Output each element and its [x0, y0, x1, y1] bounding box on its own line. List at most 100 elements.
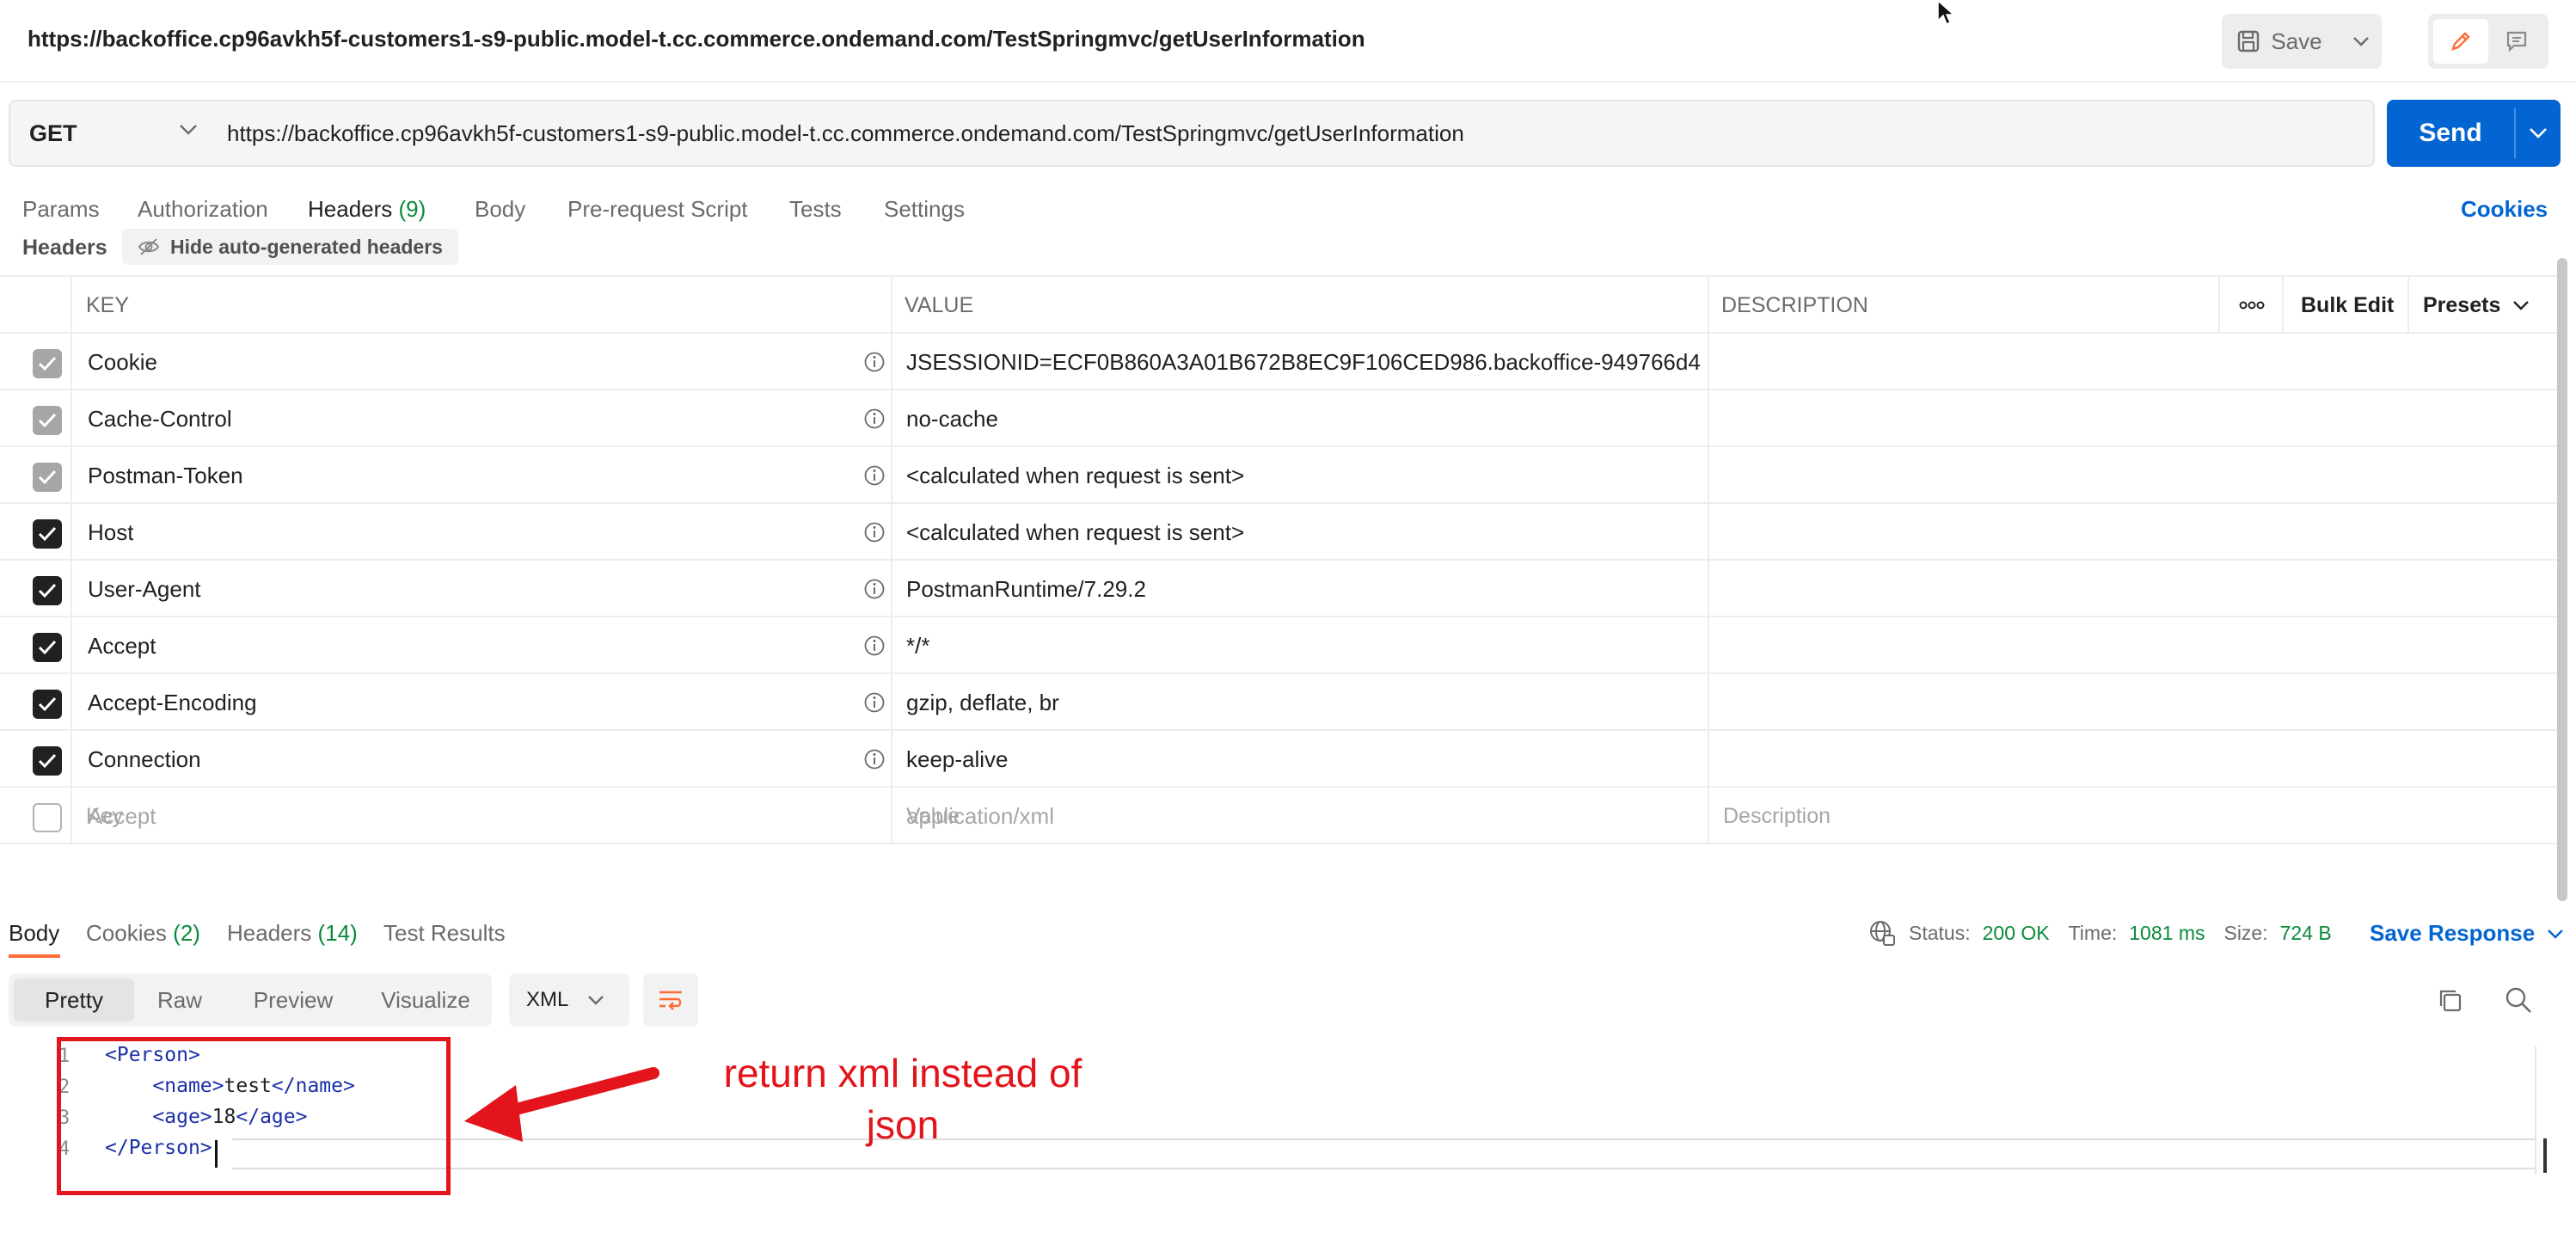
header-description[interactable] [1723, 674, 2205, 731]
time-value[interactable]: 1081 ms [2129, 922, 2205, 945]
globe-network-icon[interactable] [1868, 918, 1897, 948]
save-label: Save [2271, 28, 2322, 54]
header-value[interactable]: PostmanRuntime/7.29.2 [906, 561, 1701, 617]
header-enabled-checkbox[interactable] [33, 519, 62, 549]
header-enabled-checkbox[interactable] [33, 576, 62, 605]
mode-toggle [2428, 14, 2548, 69]
view-preview-button[interactable]: Preview [229, 978, 358, 1021]
info-icon[interactable] [863, 578, 886, 600]
header-enabled-checkbox[interactable] [33, 406, 62, 435]
status-value[interactable]: 200 OK [1983, 922, 2050, 945]
header-key[interactable]: Cookie [88, 334, 157, 390]
header-value[interactable]: */* [906, 617, 1701, 674]
header-value[interactable]: keep-alive [906, 731, 1701, 788]
info-icon[interactable] [863, 351, 886, 373]
header-enabled-checkbox[interactable] [33, 690, 62, 719]
new-value-input[interactable]: Value [906, 788, 960, 844]
copy-icon[interactable] [2437, 987, 2464, 1015]
send-button[interactable]: Send [2387, 100, 2514, 167]
header-value[interactable]: JSESSIONID=ECF0B860A3A01B672B8EC9F106CED… [906, 334, 1701, 390]
header-enabled-checkbox[interactable] [33, 463, 62, 492]
header-key[interactable]: User-Agent [88, 561, 201, 617]
url-input[interactable]: https://backoffice.cp96avkh5f-customers1… [206, 100, 2375, 167]
header-enabled-checkbox[interactable] [33, 633, 62, 662]
header-description[interactable] [1723, 731, 2205, 788]
header-key[interactable]: Accept [88, 617, 156, 674]
tab-headers[interactable]: Headers (9) [308, 196, 426, 223]
save-button-group: Save [2222, 14, 2382, 69]
response-tab-headers[interactable]: Headers (14) [227, 920, 358, 947]
header-key[interactable]: Cache-Control [88, 390, 232, 447]
method-select[interactable]: GET [9, 100, 208, 167]
table-row: Connection keep-alive [0, 731, 2559, 788]
tab-headers-count: (9) [398, 196, 426, 222]
header-key[interactable]: Postman-Token [88, 447, 243, 504]
response-tab-test-results[interactable]: Test Results [383, 920, 506, 947]
header-value[interactable]: <calculated when request is sent> [906, 504, 1701, 561]
table-header-row: KEY VALUE DESCRIPTION Bulk Edit Presets [0, 277, 2559, 334]
info-icon[interactable] [863, 521, 886, 543]
tab-tests[interactable]: Tests [789, 196, 842, 223]
headers-scrollbar[interactable] [2557, 258, 2567, 901]
new-description-input[interactable]: Description [1723, 788, 1831, 844]
send-options-chevron-icon[interactable] [2516, 100, 2561, 167]
info-icon[interactable] [863, 691, 886, 714]
hide-auto-generated-headers-button[interactable]: Hide auto-generated headers [122, 229, 458, 265]
header-description[interactable] [1723, 561, 2205, 617]
view-visualize-button[interactable]: Visualize [365, 978, 487, 1021]
headers-table: KEY VALUE DESCRIPTION Bulk Edit Presets … [0, 275, 2559, 844]
comment-icon[interactable] [2490, 19, 2543, 64]
table-row: Postman-Token <calculated when request is… [0, 447, 2559, 504]
tab-pre-request-script[interactable]: Pre-request Script [567, 196, 748, 223]
response-tab-cookies[interactable]: Cookies (2) [86, 920, 200, 947]
header-value[interactable]: <calculated when request is sent> [906, 447, 1701, 504]
info-icon[interactable] [863, 748, 886, 770]
search-icon[interactable] [2504, 985, 2533, 1015]
header-description[interactable] [1723, 390, 2205, 447]
presets-dropdown[interactable]: Presets [2423, 277, 2530, 334]
header-description[interactable] [1723, 334, 2205, 390]
tab-headers-label: Headers [308, 196, 393, 222]
mouse-cursor-icon [1936, 0, 1955, 26]
annotation-text: return xml instead of json [688, 1047, 1118, 1150]
header-key[interactable]: Accept-Encoding [88, 674, 257, 731]
tab-settings[interactable]: Settings [884, 196, 965, 223]
info-icon[interactable] [863, 635, 886, 657]
response-tab-headers-count: (14) [317, 920, 358, 946]
info-icon[interactable] [863, 408, 886, 430]
request-title[interactable]: https://backoffice.cp96avkh5f-customers1… [28, 26, 1365, 52]
save-options-chevron-icon[interactable] [2340, 14, 2382, 69]
header-key[interactable]: Host [88, 504, 133, 561]
view-pretty-button[interactable]: Pretty [14, 978, 134, 1021]
wrap-lines-icon[interactable] [643, 973, 698, 1027]
tab-body[interactable]: Body [475, 196, 525, 223]
header-enabled-checkbox[interactable] [33, 349, 62, 378]
bulk-edit-button[interactable]: Bulk Edit [2301, 277, 2394, 334]
cookies-link[interactable]: Cookies [2461, 196, 2548, 223]
header-value[interactable]: no-cache [906, 390, 1701, 447]
header-description[interactable] [1723, 504, 2205, 561]
method-label: GET [29, 120, 77, 146]
header-enabled-checkbox[interactable] [33, 746, 62, 776]
new-header-row: Key Value Description [0, 788, 2559, 844]
eye-off-icon [138, 237, 160, 256]
header-description[interactable] [1723, 617, 2205, 674]
tab-params[interactable]: Params [22, 196, 100, 223]
tab-authorization[interactable]: Authorization [138, 196, 268, 223]
response-tab-body[interactable]: Body [9, 920, 59, 947]
more-options-icon[interactable] [2236, 277, 2268, 334]
format-select[interactable]: XML [509, 973, 629, 1027]
header-value[interactable]: gzip, deflate, br [906, 674, 1701, 731]
info-icon[interactable] [863, 464, 886, 487]
save-button[interactable]: Save [2222, 14, 2337, 69]
status-label: Status: [1909, 921, 1971, 944]
edit-mode-pencil-icon[interactable] [2433, 19, 2488, 64]
view-raw-button[interactable]: Raw [138, 978, 222, 1021]
size-value[interactable]: 724 B [2280, 922, 2332, 945]
new-key-input[interactable]: Key [86, 788, 123, 844]
save-response-button[interactable]: Save Response [2370, 920, 2564, 947]
table-row: Host <calculated when request is sent> [0, 504, 2559, 561]
header-description[interactable] [1723, 447, 2205, 504]
save-response-label: Save Response [2370, 920, 2536, 946]
header-key[interactable]: Connection [88, 731, 201, 788]
